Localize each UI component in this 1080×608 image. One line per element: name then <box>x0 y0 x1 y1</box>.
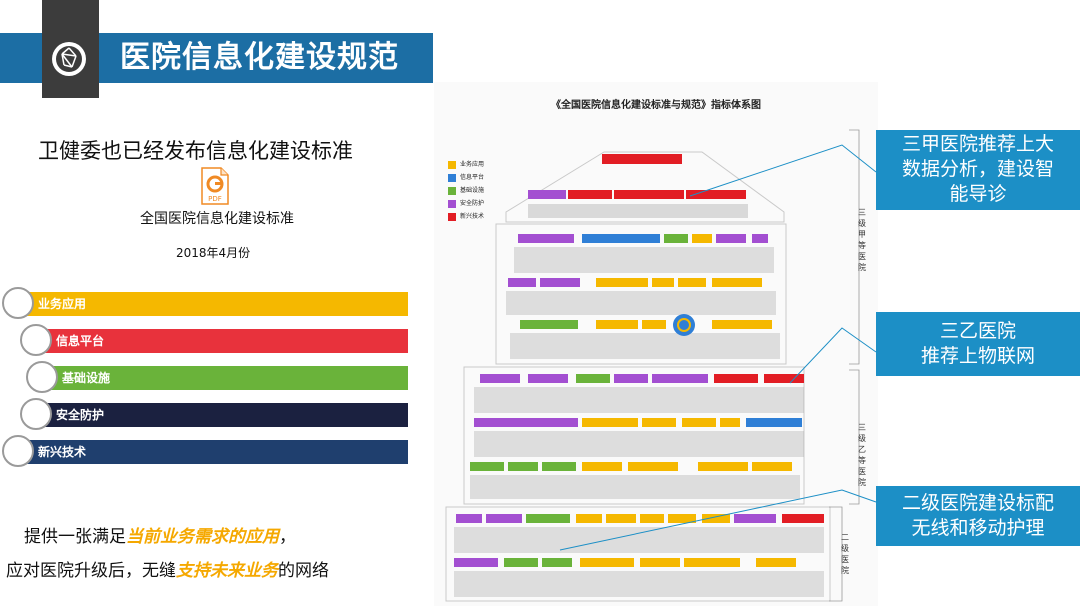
callout-line: 无线和移动护理 <box>911 517 1045 539</box>
callout-line: 推荐上物联网 <box>920 345 1035 367</box>
callout-grade3b: 三乙医院 推荐上物联网 <box>876 312 1080 376</box>
callout-grade3a: 三甲医院推荐上大 数据分析，建设智 能导诊 <box>876 130 1080 210</box>
callout-grade2: 二级医院建设标配 无线和移动护理 <box>876 486 1080 546</box>
callout-line: 二级医院建设标配 <box>901 492 1054 514</box>
callout-line: 三乙医院 <box>939 320 1016 342</box>
callout-line: 能导诊 <box>949 183 1007 205</box>
callout-line: 三甲医院推荐上大 <box>901 133 1054 155</box>
callout-line: 数据分析，建设智 <box>901 158 1054 180</box>
